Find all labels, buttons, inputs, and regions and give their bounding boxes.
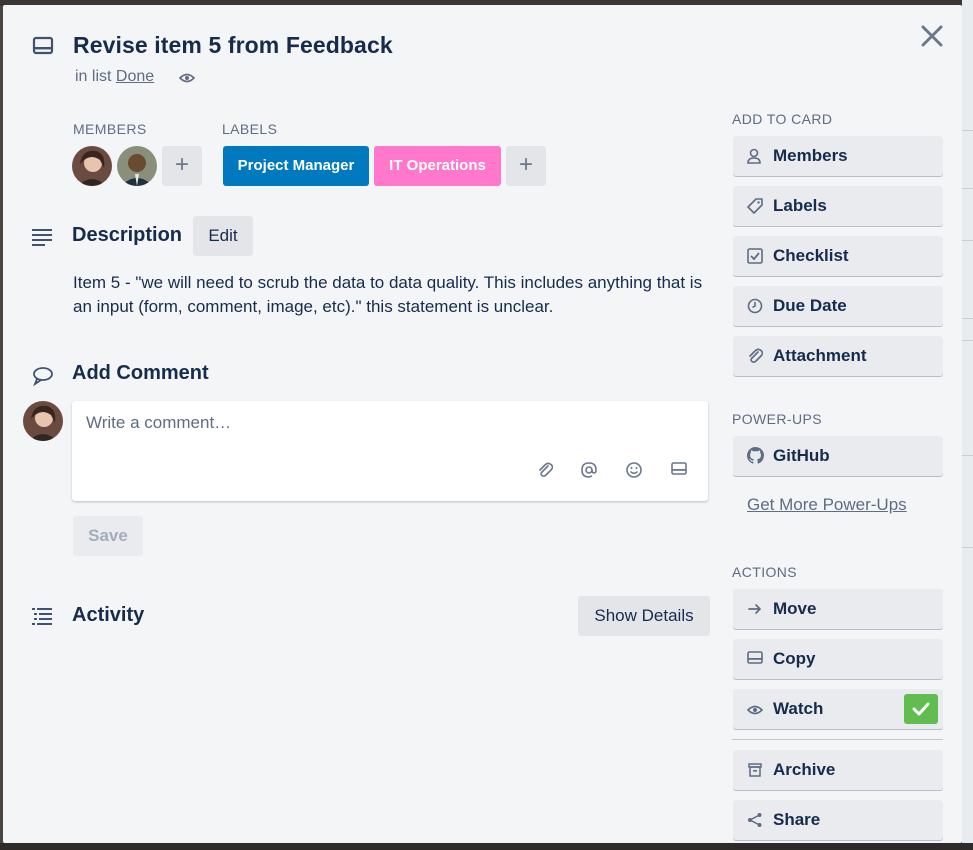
due-date-button-label: Due Date — [773, 296, 847, 315]
in-list-text: in list — [75, 68, 112, 85]
move-button-label: Move — [773, 599, 817, 618]
list-link[interactable]: Done — [116, 68, 154, 85]
description-text[interactable]: Item 5 - "we will need to scrub the data… — [73, 271, 713, 319]
background-board-right — [962, 0, 973, 850]
comment-icon — [32, 366, 54, 391]
checklist-button-label: Checklist — [773, 246, 849, 265]
get-more-power-ups-link[interactable]: Get More Power-Ups — [747, 495, 907, 515]
members-button-label: Members — [773, 146, 848, 165]
archive-icon — [747, 762, 763, 783]
card-link-icon[interactable] — [671, 462, 687, 481]
actions-label: ACTIONS — [732, 564, 798, 580]
person-icon — [747, 148, 761, 169]
member-avatar-1[interactable] — [72, 146, 112, 186]
close-icon[interactable] — [919, 23, 945, 49]
attachment-icon[interactable] — [537, 462, 554, 483]
github-icon — [747, 447, 764, 469]
archive-button-label: Archive — [773, 760, 836, 779]
show-details-button[interactable]: Show Details — [578, 596, 710, 636]
card-detail-modal: Revise item 5 from Feedback in list Done… — [3, 5, 962, 843]
archive-button[interactable]: Archive — [733, 750, 943, 790]
members-label: MEMBERS — [73, 121, 147, 137]
activity-icon — [32, 607, 54, 630]
add-to-card-label: ADD TO CARD — [732, 111, 833, 127]
background-board-bottom — [0, 843, 973, 850]
mention-icon[interactable] — [581, 462, 597, 483]
watch-checkmark-icon — [904, 694, 938, 724]
card-icon — [747, 651, 763, 670]
share-icon — [747, 812, 763, 833]
move-button[interactable]: Move — [733, 589, 943, 629]
eye-icon — [178, 71, 196, 89]
clock-icon — [747, 298, 763, 319]
actions-divider — [732, 739, 943, 740]
add-member-button[interactable]: + — [162, 146, 202, 186]
label-it-operations[interactable]: IT Operations — [374, 146, 501, 186]
watch-button-label: Watch — [773, 699, 824, 718]
current-user-avatar[interactable] — [23, 401, 63, 441]
github-button[interactable]: GitHub — [733, 436, 943, 476]
save-comment-button[interactable]: Save — [73, 516, 143, 556]
edit-description-button[interactable]: Edit — [193, 216, 253, 256]
attachment-button-label: Attachment — [773, 346, 867, 365]
paperclip-icon — [747, 348, 764, 369]
attachment-button[interactable]: Attachment — [733, 336, 943, 376]
share-button[interactable]: Share — [733, 800, 943, 840]
share-button-label: Share — [773, 810, 821, 829]
activity-heading: Activity — [72, 604, 145, 626]
due-date-button[interactable]: Due Date — [733, 286, 943, 326]
eye-icon — [746, 703, 764, 721]
emoji-icon[interactable] — [626, 462, 642, 483]
arrow-right-icon — [747, 601, 763, 622]
comment-input[interactable]: Write a comment… — [72, 401, 708, 501]
card-list-info: in list Done — [75, 68, 154, 86]
labels-button[interactable]: Labels — [733, 186, 943, 226]
checklist-button[interactable]: Checklist — [733, 236, 943, 276]
members-button[interactable]: Members — [733, 136, 943, 176]
power-ups-label: POWER-UPS — [732, 411, 822, 427]
tag-icon — [747, 198, 763, 219]
checkbox-icon — [747, 248, 763, 269]
labels-button-label: Labels — [773, 196, 827, 215]
labels-label: LABELS — [222, 121, 278, 137]
card-icon — [32, 36, 54, 61]
comment-placeholder: Write a comment… — [86, 413, 232, 432]
description-icon — [32, 228, 54, 251]
copy-button[interactable]: Copy — [733, 639, 943, 679]
add-comment-heading: Add Comment — [72, 362, 209, 384]
copy-button-label: Copy — [773, 649, 816, 668]
github-button-label: GitHub — [773, 446, 830, 465]
description-heading: Description — [72, 224, 183, 246]
member-avatar-2[interactable] — [117, 146, 157, 186]
label-project-manager[interactable]: Project Manager — [223, 146, 369, 186]
add-label-button[interactable]: + — [506, 146, 546, 186]
card-title[interactable]: Revise item 5 from Feedback — [73, 32, 393, 59]
